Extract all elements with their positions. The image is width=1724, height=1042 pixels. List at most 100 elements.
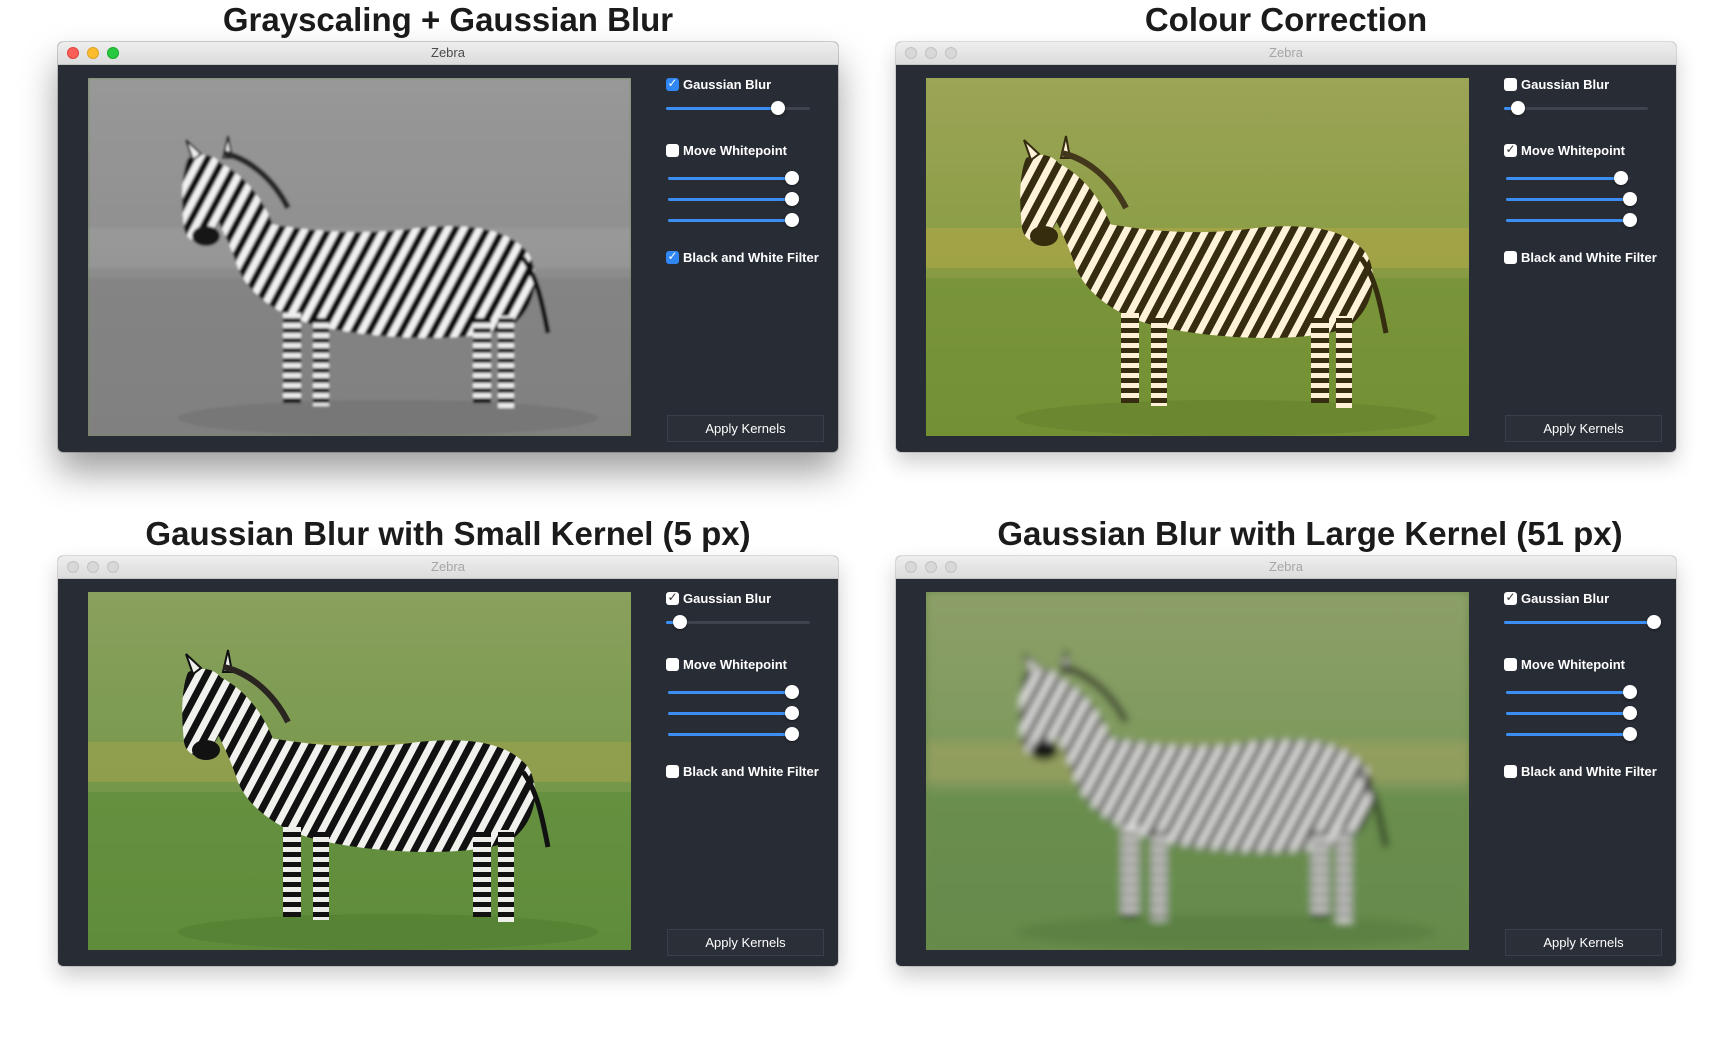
gaussian-blur-slider[interactable]	[1504, 100, 1648, 116]
checkbox-icon	[1504, 251, 1517, 264]
whitepoint-g-slider[interactable]	[668, 705, 799, 721]
panel-caption: Gaussian Blur with Small Kernel (5 px)	[145, 515, 751, 552]
gaussian-blur-checkbox[interactable]: ✓ Gaussian Blur	[666, 590, 836, 607]
title-bar[interactable]: Zebra	[896, 42, 1676, 65]
apply-kernels-button[interactable]: Apply Kernels	[667, 415, 824, 442]
window-title: Zebra	[431, 559, 465, 574]
app-window: Zebra ✓Gaussian Blur Move Whitepoint R G	[58, 42, 838, 452]
slider-thumb[interactable]	[1614, 171, 1629, 185]
slider-fill	[1506, 219, 1630, 222]
gaussian-blur-slider[interactable]	[666, 614, 810, 630]
slider-fill	[1506, 733, 1630, 736]
panel-large-kernel: Gaussian Blur with Large Kernel (51 px) …	[896, 514, 1676, 984]
move-whitepoint-checkbox[interactable]: ✓ Move Whitepoint	[1504, 142, 1674, 159]
slider-thumb[interactable]	[785, 171, 799, 185]
checkbox-icon	[1504, 765, 1517, 778]
whitepoint-g-slider[interactable]	[1506, 191, 1637, 207]
zebra-image	[926, 592, 1469, 950]
title-bar[interactable]: Zebra	[58, 556, 838, 579]
black-white-filter-label: Black and White Filter	[1521, 764, 1657, 779]
whitepoint-g-slider[interactable]	[668, 191, 799, 207]
panel-grayscale-blur: Grayscaling + Gaussian Blur Zebra ✓ Gauss…	[58, 0, 838, 470]
slider-thumb[interactable]	[1623, 213, 1637, 227]
slider-thumb[interactable]	[673, 615, 688, 629]
checkbox-icon	[666, 144, 679, 157]
app-window: Zebra ✓Gaussian Blur Move Whitepoint R G	[896, 556, 1676, 966]
black-white-filter-checkbox[interactable]: Black and White Filter	[1504, 250, 1674, 266]
panel-caption: Colour Correction	[1144, 1, 1428, 38]
zebra-image	[88, 592, 631, 950]
apply-kernels-button[interactable]: Apply Kernels	[1505, 415, 1662, 442]
black-white-filter-checkbox[interactable]: ✓ Black and White Filter	[666, 249, 836, 266]
checkbox-icon	[1504, 78, 1517, 91]
gaussian-blur-checkbox[interactable]: ✓ Gaussian Blur	[666, 76, 836, 93]
slider-thumb[interactable]	[1623, 727, 1637, 741]
move-whitepoint-checkbox[interactable]: Move Whitepoint	[1504, 657, 1674, 673]
slider-thumb[interactable]	[771, 101, 786, 115]
apply-kernels-button[interactable]: Apply Kernels	[1505, 929, 1662, 956]
slider-fill	[668, 198, 792, 201]
slider-fill	[1506, 177, 1622, 180]
whitepoint-r-slider[interactable]	[668, 684, 799, 700]
slider-thumb[interactable]	[1623, 706, 1637, 720]
gaussian-blur-slider[interactable]	[1504, 614, 1661, 630]
whitepoint-b-slider[interactable]	[1506, 726, 1637, 742]
move-whitepoint-label: Move Whitepoint	[683, 143, 787, 158]
whitepoint-g-slider[interactable]	[1506, 705, 1637, 721]
slider-fill	[668, 177, 792, 180]
slider-thumb[interactable]	[1623, 192, 1637, 206]
whitepoint-b-slider[interactable]	[1506, 212, 1637, 228]
move-whitepoint-checkbox[interactable]: Move Whitepoint	[666, 657, 836, 673]
slider-fill	[1506, 691, 1630, 694]
move-whitepoint-label: Move Whitepoint	[683, 657, 787, 672]
panel-small-kernel: Gaussian Blur with Small Kernel (5 px) Z…	[58, 514, 838, 984]
slider-fill	[1504, 621, 1654, 624]
move-whitepoint-label: Move Whitepoint	[1521, 657, 1625, 672]
whitepoint-r-slider[interactable]	[1506, 684, 1637, 700]
slider-thumb[interactable]	[785, 727, 799, 741]
checkbox-icon: ✓	[1504, 142, 1517, 157]
slider-fill	[666, 107, 779, 110]
checkbox-icon: ✓	[666, 76, 679, 91]
gaussian-blur-label: Gaussian Blur	[683, 77, 772, 92]
panel-caption: Gaussian Blur with Large Kernel (51 px)	[997, 515, 1623, 552]
whitepoint-b-slider[interactable]	[668, 726, 799, 742]
slider-thumb[interactable]	[785, 706, 799, 720]
checkbox-icon	[666, 658, 679, 671]
slider-thumb[interactable]	[785, 213, 799, 227]
zebra-image	[926, 78, 1469, 436]
title-bar[interactable]: Zebra	[58, 42, 838, 65]
checkbox-icon: ✓	[666, 249, 679, 264]
checkbox-icon: ✓	[1504, 590, 1517, 605]
apply-kernels-button[interactable]: Apply Kernels	[667, 929, 824, 956]
move-whitepoint-checkbox[interactable]: Move Whitepoint	[666, 143, 836, 159]
panel-colour-correction: Colour Correction Zebra Gaussian Blur ✓ M…	[896, 0, 1676, 470]
slider-fill	[668, 219, 792, 222]
black-white-filter-checkbox[interactable]: Black and White Filter	[666, 764, 836, 780]
slider-fill	[668, 691, 792, 694]
slider-thumb[interactable]	[785, 192, 799, 206]
title-bar[interactable]: Zebra	[896, 556, 1676, 579]
slider-thumb[interactable]	[1647, 615, 1661, 629]
window-title: Zebra	[1269, 45, 1303, 60]
slider-track	[666, 621, 810, 624]
whitepoint-r-slider[interactable]	[668, 170, 799, 186]
gaussian-blur-label: Gaussian Blur	[1521, 77, 1610, 92]
window-title: Zebra	[1269, 559, 1303, 574]
window-title: Zebra	[431, 45, 465, 60]
gaussian-blur-checkbox[interactable]: Gaussian Blur	[1504, 77, 1674, 93]
checkbox-icon: ✓	[666, 590, 679, 605]
slider-thumb[interactable]	[785, 685, 799, 699]
panel-caption: Grayscaling + Gaussian Blur	[222, 1, 674, 38]
slider-thumb[interactable]	[1623, 685, 1637, 699]
black-white-filter-label: Black and White Filter	[1521, 250, 1657, 265]
gaussian-blur-checkbox[interactable]: ✓ Gaussian Blur	[1504, 590, 1674, 607]
checkbox-icon	[666, 765, 679, 778]
slider-fill	[1506, 712, 1630, 715]
gaussian-blur-label: Gaussian Blur	[683, 591, 772, 606]
slider-thumb[interactable]	[1511, 101, 1526, 115]
whitepoint-b-slider[interactable]	[668, 212, 799, 228]
black-white-filter-checkbox[interactable]: Black and White Filter	[1504, 764, 1674, 780]
gaussian-blur-slider[interactable]	[666, 100, 810, 116]
whitepoint-r-slider[interactable]	[1506, 170, 1630, 186]
